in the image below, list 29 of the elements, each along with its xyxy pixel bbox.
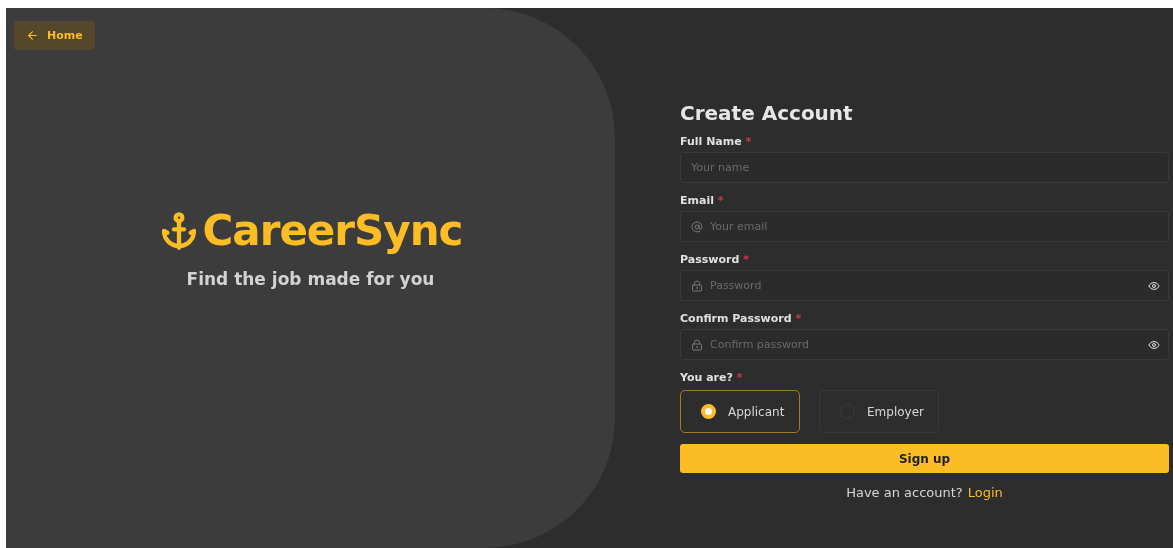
at-icon: [691, 220, 703, 233]
brand-name: CareerSync: [202, 206, 463, 255]
field-label: Password *: [680, 253, 750, 266]
input-field[interactable]: Password: [680, 270, 1169, 301]
field-label: Email *: [680, 194, 725, 207]
text-input[interactable]: Password: [710, 279, 1141, 292]
lock-icon: [691, 279, 703, 292]
radio-option[interactable]: Employer: [819, 390, 939, 433]
footer-text: Have an account?: [846, 485, 963, 500]
field-label: Confirm Password *: [680, 312, 803, 325]
home-button[interactable]: Home: [14, 21, 95, 50]
field-label: You are? *: [680, 371, 744, 384]
tagline: Find the job made for you: [186, 269, 435, 289]
back-arrow-icon: [26, 29, 39, 42]
radio-dot-icon: [701, 404, 716, 419]
eye-icon[interactable]: [1148, 338, 1160, 351]
input-field[interactable]: Your email: [680, 211, 1169, 242]
field-label: Full Name *: [680, 135, 753, 148]
radio-option[interactable]: Applicant: [680, 390, 800, 433]
lock-icon: [691, 338, 703, 351]
form-title: Create Account: [680, 101, 854, 125]
text-input[interactable]: Confirm password: [710, 338, 1141, 351]
text-input[interactable]: Your name: [691, 161, 1160, 174]
input-field[interactable]: Confirm password: [680, 329, 1169, 360]
login-link[interactable]: Login: [967, 485, 1003, 500]
eye-icon[interactable]: [1148, 279, 1160, 292]
input-field[interactable]: Your name: [680, 152, 1169, 183]
sign-up-button[interactable]: Sign up: [680, 444, 1169, 473]
text-input[interactable]: Your email: [710, 220, 1160, 233]
